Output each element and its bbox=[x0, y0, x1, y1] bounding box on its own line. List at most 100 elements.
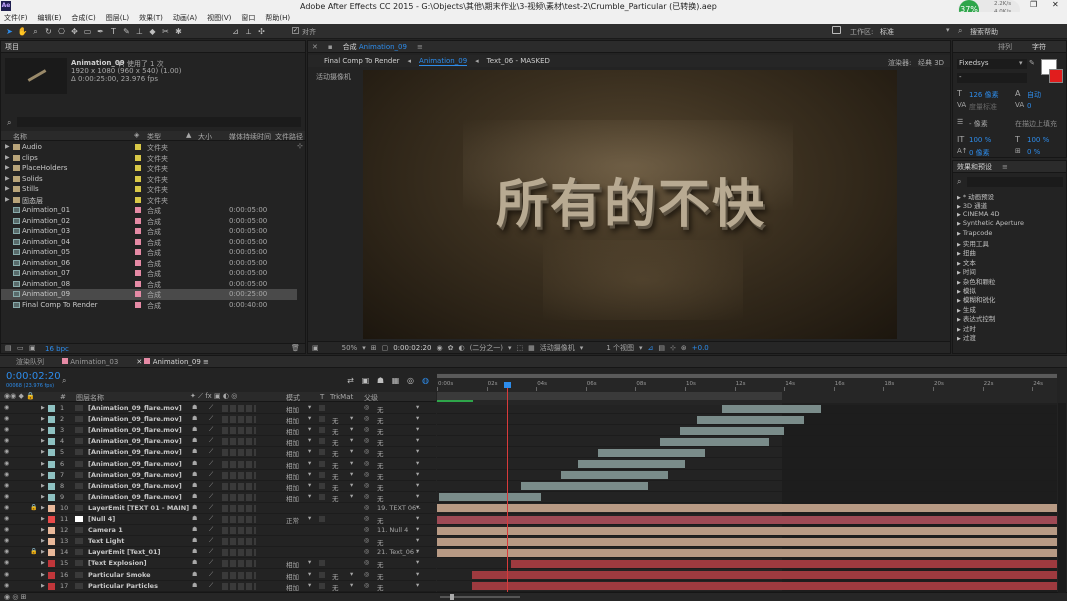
layer-name[interactable]: [Null 4] bbox=[88, 515, 115, 523]
tab-character[interactable]: 字符 bbox=[1032, 42, 1046, 52]
close-tab-icon[interactable]: ✕ bbox=[136, 358, 142, 366]
effects-category[interactable]: ▶ 表达式控制 bbox=[957, 313, 995, 323]
project-folder-row[interactable]: ▶ Solids 文件夹 bbox=[1, 174, 297, 185]
effects-category[interactable]: ▶ 模拟 bbox=[957, 285, 976, 295]
expand-layer-icon[interactable]: ▶ bbox=[41, 572, 45, 578]
preserve-transparency-box[interactable] bbox=[319, 560, 325, 567]
switch-boxes[interactable] bbox=[222, 516, 256, 523]
parent-dropdown-icon[interactable]: ▾ bbox=[416, 514, 419, 522]
parent-select[interactable]: 无 bbox=[377, 537, 384, 547]
visibility-eye-icon[interactable]: ◉ bbox=[4, 482, 9, 489]
label-color-swatch[interactable] bbox=[135, 249, 141, 255]
rectangle-tool-icon[interactable]: ▭ bbox=[82, 26, 93, 37]
stroke-mode-select[interactable]: 在描边上填充 bbox=[1015, 119, 1057, 129]
always-preview-icon[interactable]: ▣ bbox=[312, 344, 319, 352]
expand-layer-icon[interactable]: ▶ bbox=[41, 583, 45, 589]
expand-layer-icon[interactable]: ▶ bbox=[41, 438, 45, 444]
timeline-layer-row[interactable]: ◉ ▶ 2 [Animation_09_flare.mov] ☗ ⟋ 相加 ▾ 无 ▾ ◎ 无 ▾ bbox=[0, 414, 436, 426]
blend-mode-dropdown-icon[interactable]: ▾ bbox=[308, 425, 311, 433]
layer-label-swatch[interactable] bbox=[48, 516, 55, 523]
trkmat-dropdown-icon[interactable]: ▾ bbox=[350, 447, 353, 455]
stroke-color-swatch[interactable] bbox=[1049, 69, 1063, 83]
switch-boxes[interactable] bbox=[222, 527, 256, 535]
hand-tool-icon[interactable]: ✋ bbox=[17, 26, 28, 37]
menu-window[interactable]: 窗口 bbox=[241, 13, 255, 23]
expand-layer-icon[interactable]: ▶ bbox=[41, 516, 45, 522]
comp-viewer[interactable]: 所有的不快 bbox=[363, 70, 897, 339]
switch-boxes[interactable] bbox=[222, 549, 256, 557]
visibility-eye-icon[interactable]: ◉ bbox=[4, 582, 9, 589]
lock-icon[interactable]: ▪ bbox=[328, 43, 333, 51]
timeline-layer-row[interactable]: ◉ ▶ 4 [Animation_09_flare.mov] ☗ ⟋ 相加 ▾ 无 ▾ ◎ 无 ▾ bbox=[0, 436, 436, 448]
parent-select[interactable]: 无 bbox=[377, 404, 384, 414]
shy-switch-icon[interactable]: ☗ bbox=[192, 571, 197, 578]
quality-switch-icon[interactable]: ⟋ bbox=[209, 426, 213, 434]
channel-icon[interactable]: ◐ bbox=[458, 344, 464, 352]
visibility-eye-icon[interactable]: ◉ bbox=[4, 493, 9, 500]
expand-folder-icon[interactable]: ▶ bbox=[5, 143, 10, 150]
expand-layer-icon[interactable]: ▶ bbox=[41, 461, 45, 467]
puppet-tool-icon[interactable]: ✱ bbox=[173, 26, 184, 37]
blend-mode-dropdown-icon[interactable]: ▾ bbox=[308, 414, 311, 422]
blend-mode-dropdown-icon[interactable]: ▾ bbox=[308, 492, 311, 500]
preserve-transparency-box[interactable] bbox=[319, 582, 325, 589]
visibility-eye-icon[interactable]: ◉ bbox=[4, 415, 9, 422]
expand-layer-icon[interactable]: ▶ bbox=[41, 560, 45, 566]
quality-switch-icon[interactable]: ⟋ bbox=[209, 471, 213, 479]
expand-layer-icon[interactable]: ▶ bbox=[41, 405, 45, 411]
preserve-transparency-box[interactable] bbox=[319, 482, 325, 489]
blend-mode-select[interactable]: 相加 bbox=[286, 493, 299, 503]
parent-dropdown-icon[interactable]: ▾ bbox=[416, 470, 419, 478]
parent-dropdown-icon[interactable]: ▾ bbox=[416, 536, 419, 544]
blend-mode-select[interactable]: 相加 bbox=[286, 426, 299, 436]
font-select[interactable]: Fixedsys bbox=[957, 59, 1027, 69]
layer-label-swatch[interactable] bbox=[48, 405, 55, 412]
blend-mode-select[interactable]: 相加 bbox=[286, 437, 299, 447]
layer-name[interactable]: [Animation_09_flare.mov] bbox=[88, 415, 182, 423]
switch-boxes[interactable] bbox=[222, 493, 256, 501]
menu-animation[interactable]: 动画(A) bbox=[173, 13, 197, 23]
label-color-swatch[interactable] bbox=[135, 301, 141, 308]
timeline-layer-row[interactable]: ◉ ▶ 5 [Animation_09_flare.mov] ☗ ⟋ 相加 ▾ 无 ▾ ◎ 无 ▾ bbox=[0, 447, 436, 459]
layer-label-swatch[interactable] bbox=[48, 527, 55, 535]
layer-duration-bar[interactable] bbox=[660, 437, 770, 446]
effects-category[interactable]: ▶ 扭曲 bbox=[957, 247, 976, 257]
blend-mode-select[interactable]: 相加 bbox=[286, 559, 299, 569]
shy-switch-icon[interactable]: ☗ bbox=[192, 415, 197, 422]
blend-mode-select[interactable]: 相加 bbox=[286, 448, 299, 458]
new-comp-icon[interactable]: ▣ bbox=[29, 344, 36, 352]
expand-layer-icon[interactable]: ▶ bbox=[41, 483, 45, 489]
expand-layer-icon[interactable]: ▶ bbox=[41, 427, 45, 433]
parent-dropdown-icon[interactable]: ▾ bbox=[416, 570, 419, 578]
expand-folder-icon[interactable]: ▶ bbox=[5, 154, 10, 161]
frame-blending-icon[interactable]: ▦ bbox=[390, 375, 401, 386]
layer-name[interactable]: Particular Smoke bbox=[88, 571, 151, 579]
project-comp-row[interactable]: Animation_07 合成 0:00:05:00 bbox=[1, 268, 297, 279]
type-tool-icon[interactable]: T bbox=[108, 26, 119, 37]
preserve-transparency-box[interactable] bbox=[319, 571, 325, 578]
project-folder-row[interactable]: ▶ PlaceHolders 文件夹 bbox=[1, 163, 297, 174]
camera-snapshot-icon[interactable]: ◉ bbox=[436, 344, 442, 352]
safe-margins-icon[interactable]: ⊞ bbox=[371, 344, 377, 352]
font-dropdown-icon[interactable]: ▾ bbox=[1019, 59, 1023, 67]
close-icon[interactable]: ✕ bbox=[1052, 0, 1059, 9]
blend-mode-dropdown-icon[interactable]: ▾ bbox=[308, 470, 311, 478]
effects-category[interactable]: ▶ Synthetic Aperture bbox=[957, 219, 1024, 228]
time-ruler[interactable]: 0:00s 02s 04s 06s 08s 10s 12s 14s 16s 18s 20s 22s 24… bbox=[437, 373, 1057, 405]
layer-name[interactable]: Text Light bbox=[88, 537, 124, 545]
layer-duration-bar[interactable] bbox=[578, 460, 685, 468]
parent-dropdown-icon[interactable]: ▾ bbox=[416, 581, 419, 589]
project-folder-row[interactable]: ▶ clips 文件夹 bbox=[1, 153, 297, 164]
effects-category[interactable]: ▶ CINEMA 4D bbox=[957, 210, 1000, 219]
blend-mode-select[interactable]: 相加 bbox=[286, 571, 299, 581]
blend-mode-dropdown-icon[interactable]: ▾ bbox=[308, 570, 311, 578]
trkmat-dropdown-icon[interactable]: ▾ bbox=[350, 570, 353, 578]
pan-behind-tool-icon[interactable]: ✥ bbox=[69, 26, 80, 37]
parent-select[interactable]: 无 bbox=[377, 559, 384, 569]
switch-boxes[interactable] bbox=[222, 438, 256, 446]
transparency-grid-icon[interactable]: ▦ bbox=[528, 344, 535, 352]
visibility-eye-icon[interactable]: ◉ bbox=[4, 515, 9, 522]
effects-category[interactable]: ▶ 杂色和颗粒 bbox=[957, 276, 995, 286]
menu-effect[interactable]: 效果(T) bbox=[139, 13, 163, 23]
trkmat-dropdown-icon[interactable]: ▾ bbox=[350, 481, 353, 489]
